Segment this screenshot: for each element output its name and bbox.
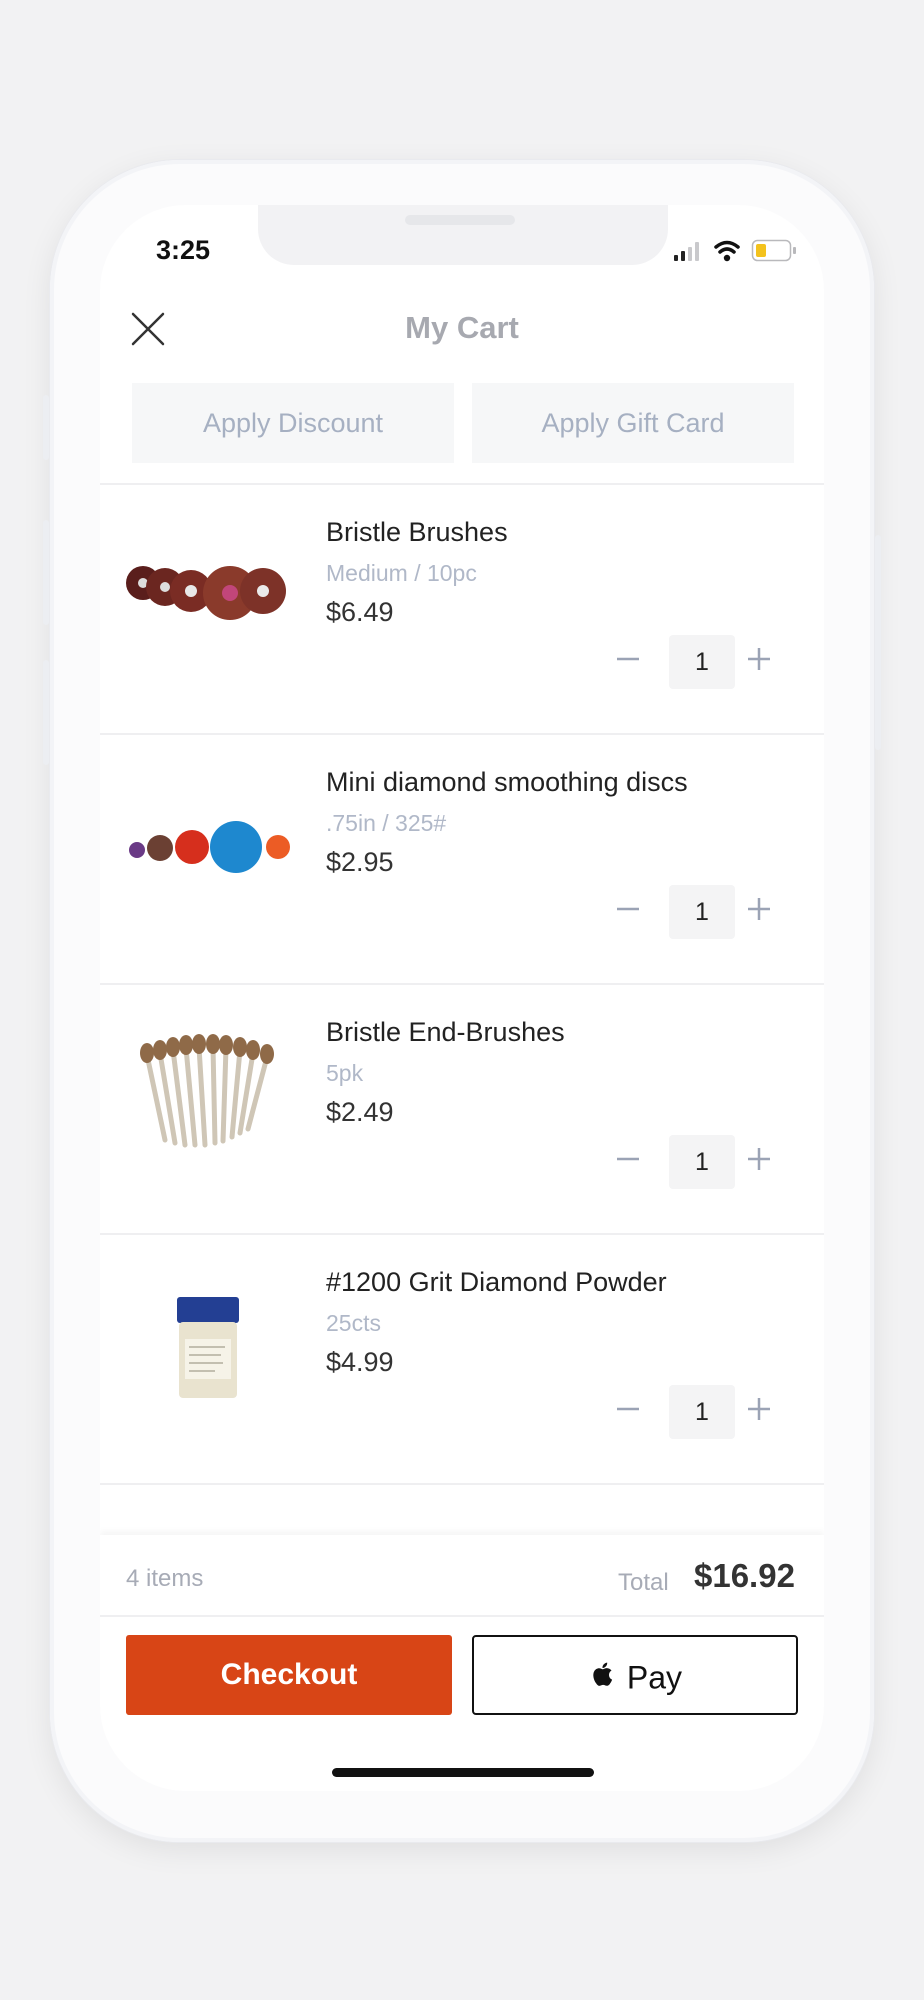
signal-icon [674,242,699,261]
divider [100,1483,824,1485]
item-price: $6.49 [326,597,394,627]
item-name: #1200 Grit Diamond Powder [326,1267,667,1297]
apple-pay-button[interactable]: Pay [472,1635,798,1715]
item-variant: 5pk [326,1060,364,1086]
item-name: Bristle Brushes [326,517,508,547]
cart-item: Bristle Brushes Medium / 10pc $6.49 1 [100,485,824,735]
item-variant: Medium / 10pc [326,560,477,586]
side-button-mute [43,395,49,460]
smoothing-discs-image [125,775,290,905]
bristle-brushes-image [125,525,290,655]
plus-icon[interactable] [745,645,773,673]
quantity-value[interactable]: 1 [669,635,735,689]
item-variant: 25cts [326,1310,381,1336]
notch [258,205,668,265]
item-price: $2.95 [326,847,394,877]
page-title: My Cart [405,310,519,345]
checkout-button[interactable]: Checkout [126,1635,452,1715]
quantity-value[interactable]: 1 [669,885,735,939]
side-button-volume-down [43,660,49,765]
apple-pay-label: Pay [626,1659,683,1696]
cart-item: Bristle End-Brushes 5pk $2.49 1 [100,985,824,1235]
total-value: $16.92 [694,1557,795,1594]
home-indicator[interactable] [332,1768,594,1777]
wifi-icon [714,240,740,262]
status-icons [670,237,798,263]
plus-icon[interactable] [745,895,773,923]
minus-icon[interactable] [614,1395,642,1423]
item-price: $4.99 [326,1347,394,1377]
side-button-power [875,535,881,750]
item-price: $2.49 [326,1097,394,1127]
items-count: 4 items [126,1565,204,1592]
battery-icon [751,239,796,262]
item-name: Bristle End-Brushes [326,1017,565,1047]
divider [100,1615,824,1617]
minus-icon[interactable] [614,645,642,673]
item-variant: .75in / 325# [326,810,447,836]
diamond-powder-image [125,1275,290,1405]
apple-icon [588,1640,614,1716]
speaker [405,215,515,225]
cart-item: Mini diamond smoothing discs .75in / 325… [100,735,824,985]
status-time: 3:25 [156,235,211,265]
quantity-value[interactable]: 1 [669,1135,735,1189]
plus-icon[interactable] [745,1145,773,1173]
apply-discount-button[interactable]: Apply Discount [132,383,454,463]
end-brushes-image [125,1025,290,1155]
quantity-value[interactable]: 1 [669,1385,735,1439]
item-name: Mini diamond smoothing discs [326,767,688,797]
plus-icon[interactable] [745,1395,773,1423]
side-button-volume-up [43,520,49,625]
minus-icon[interactable] [614,895,642,923]
cart-footer: 4 items Total $16.92 Checkout Pay [100,1535,824,1791]
apply-gift-card-button[interactable]: Apply Gift Card [472,383,794,463]
app-screen: 3:25 My Cart Apply Discount Apply Gift C… [100,205,824,1791]
minus-icon[interactable] [614,1145,642,1173]
cart-item: #1200 Grit Diamond Powder 25cts $4.99 1 [100,1235,824,1485]
total-label: Total [618,1569,669,1596]
